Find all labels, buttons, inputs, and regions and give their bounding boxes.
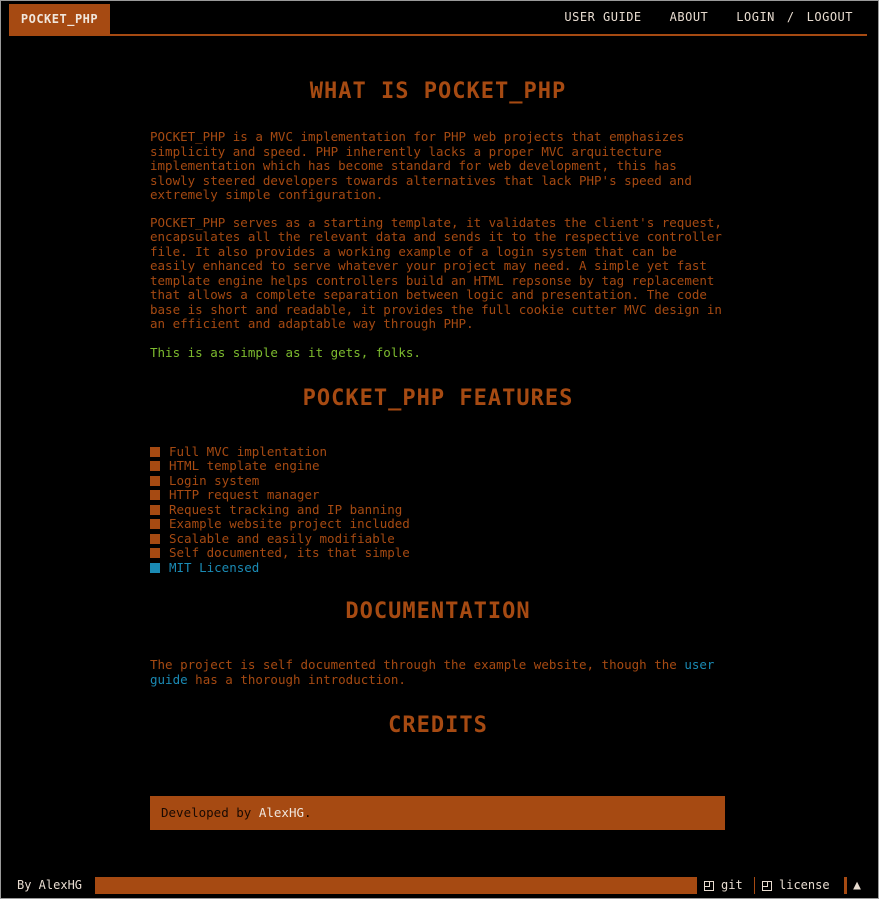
- list-item: HTML template engine: [150, 458, 726, 474]
- list-item: Full MVC implentation: [150, 444, 726, 460]
- external-link-icon: [704, 880, 714, 891]
- page-frame: POCKET_PHP USER GUIDE ABOUT LOGIN / LOGO…: [0, 0, 879, 899]
- nav-user-guide[interactable]: USER GUIDE: [564, 10, 641, 24]
- nav-logout[interactable]: LOGOUT: [807, 10, 853, 24]
- arrow-up-icon: ▲: [853, 878, 861, 893]
- footer-byline: By AlexHG: [9, 877, 95, 894]
- square-bullet-icon: [150, 446, 160, 457]
- heading-what-is: WHAT IS POCKET_PHP: [309, 79, 567, 104]
- heading-credits: CREDITS: [388, 713, 488, 738]
- square-bullet-icon: [150, 548, 160, 559]
- footer-bar: By AlexHG git license ▲: [9, 877, 867, 894]
- license-button[interactable]: license: [755, 877, 844, 894]
- square-bullet-icon: [150, 461, 160, 472]
- list-item: Request tracking and IP banning: [150, 502, 726, 518]
- square-bullet-icon: [150, 519, 160, 530]
- intro-paragraph-2: POCKET_PHP serves as a starting template…: [150, 214, 722, 331]
- square-bullet-icon: [150, 504, 160, 515]
- heading-documentation: DOCUMENTATION: [345, 599, 531, 624]
- brand-logo-link[interactable]: POCKET_PHP: [9, 4, 110, 34]
- list-item: Scalable and easily modifiable: [150, 531, 726, 547]
- features-list: Full MVC implentation HTML template engi…: [150, 444, 726, 576]
- list-item: Example website project included: [150, 516, 726, 532]
- top-navigation-bar: POCKET_PHP USER GUIDE ABOUT LOGIN / LOGO…: [9, 1, 867, 36]
- main-content: WHAT IS POCKET_PHP POCKET_PHP is a MVC i…: [150, 61, 726, 738]
- square-bullet-icon: [150, 475, 160, 486]
- nav-separator: /: [786, 10, 795, 24]
- intro-paragraph-1: POCKET_PHP is a MVC implementation for P…: [150, 129, 692, 202]
- documentation-text: The project is self documented through t…: [150, 657, 715, 687]
- scroll-top-button[interactable]: ▲: [847, 877, 867, 894]
- heading-features: POCKET_PHP FEATURES: [302, 385, 574, 411]
- square-bullet-icon: [150, 533, 160, 544]
- credits-box: Developed by AlexHG.: [150, 796, 725, 830]
- list-item: Self documented, its that simple: [150, 545, 726, 561]
- list-item: HTTP request manager: [150, 487, 726, 503]
- list-item: Login system: [150, 473, 726, 489]
- nav-login[interactable]: LOGIN: [736, 10, 775, 24]
- list-item-mit-license[interactable]: MIT Licensed: [150, 560, 726, 576]
- square-bullet-icon: [150, 490, 160, 501]
- square-bullet-icon: [150, 562, 160, 573]
- author-link[interactable]: AlexHG: [259, 805, 304, 820]
- git-button[interactable]: git: [697, 877, 754, 894]
- main-nav: USER GUIDE ABOUT LOGIN / LOGOUT: [564, 9, 853, 25]
- tagline: This is as simple as it gets, folks.: [150, 344, 421, 360]
- document-icon: [762, 880, 772, 891]
- nav-about[interactable]: ABOUT: [670, 10, 709, 24]
